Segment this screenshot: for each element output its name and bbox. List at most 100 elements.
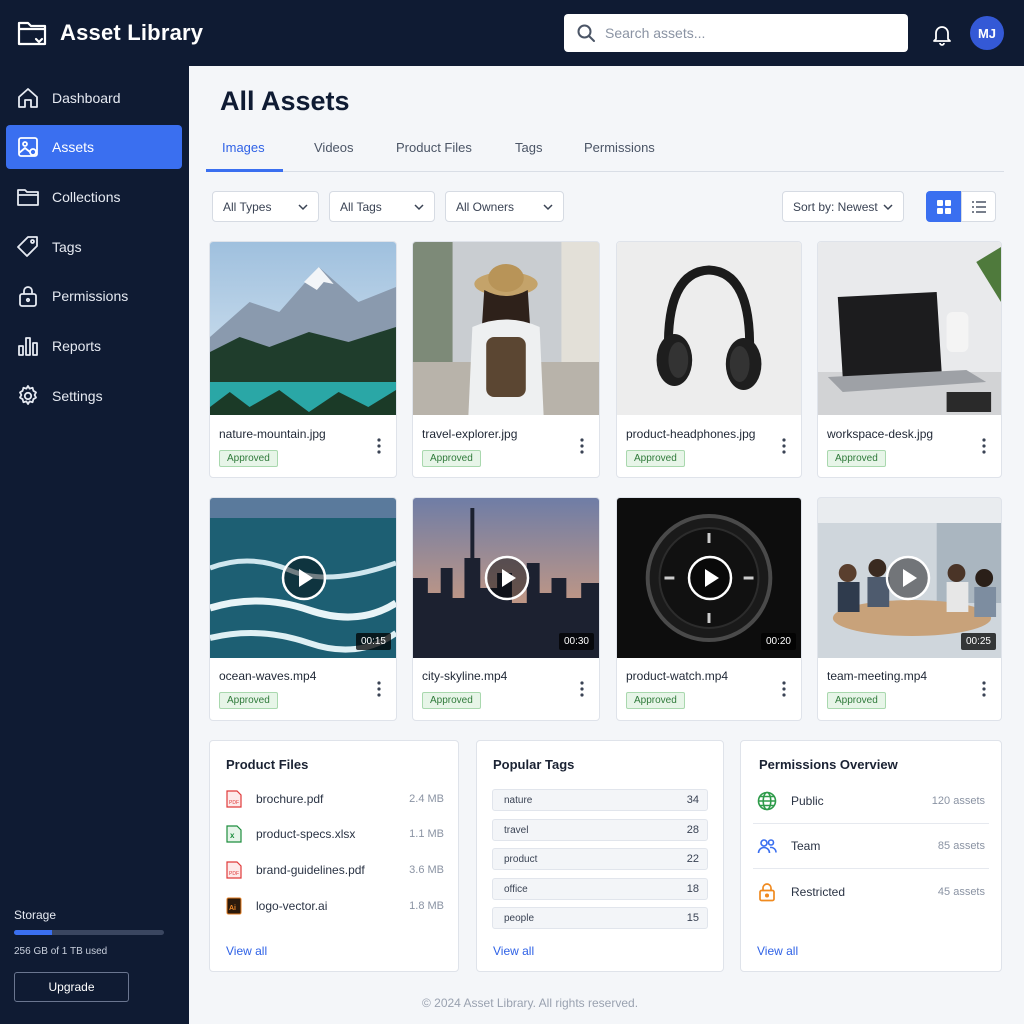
divider — [753, 868, 989, 869]
more-options-icon[interactable] — [981, 681, 987, 697]
tag-row[interactable]: office 18 — [492, 878, 708, 900]
permission-row-restricted[interactable]: Restricted 45 assets — [757, 881, 985, 903]
more-options-icon[interactable] — [579, 681, 585, 697]
search-box[interactable] — [564, 14, 908, 52]
tab-images[interactable]: Images — [222, 140, 265, 155]
sidebar-item-collections[interactable]: Collections — [6, 175, 182, 219]
tab-tags[interactable]: Tags — [515, 140, 542, 155]
tag-count: 15 — [686, 912, 699, 924]
sidebar-item-reports[interactable]: Reports — [6, 324, 182, 368]
tag-row[interactable]: people 15 — [492, 907, 708, 929]
tag-name: travel — [504, 824, 529, 836]
asset-card[interactable]: nature-mountain.jpg Approved — [209, 241, 397, 478]
play-icon[interactable] — [885, 555, 931, 601]
list-icon — [971, 200, 986, 213]
play-icon[interactable] — [484, 555, 530, 601]
sidebar-item-assets[interactable]: Assets — [6, 125, 182, 169]
tag-name: office — [504, 883, 528, 895]
tab-videos[interactable]: Videos — [314, 140, 354, 155]
asset-thumbnail — [413, 242, 599, 415]
status-badge: Approved — [219, 450, 278, 467]
gear-icon — [19, 385, 37, 405]
asset-card[interactable]: 00:30 city-skyline.mp4 Approved — [412, 497, 600, 721]
filter-type-select[interactable]: All Types — [212, 191, 319, 222]
asset-card[interactable]: product-headphones.jpg Approved — [616, 241, 802, 478]
sort-select[interactable]: Sort by: Newest — [782, 191, 904, 222]
sidebar-item-label: Reports — [52, 338, 102, 354]
sidebar-item-tags[interactable]: Tags — [6, 225, 182, 269]
tag-name: product — [504, 853, 538, 865]
tag-row[interactable]: travel 28 — [492, 819, 708, 841]
sidebar: Dashboard Assets Collections Tags Permis… — [0, 66, 189, 1024]
asset-card[interactable]: 00:15 ocean-waves.mp4 Approved — [209, 497, 397, 721]
tag-row[interactable]: product 22 — [492, 848, 708, 870]
asset-name: product-headphones.jpg — [626, 427, 756, 441]
asset-card[interactable]: travel-explorer.jpg Approved — [412, 241, 600, 478]
sidebar-item-settings[interactable]: Settings — [6, 374, 182, 418]
pdf-file-icon: PDF — [226, 861, 242, 879]
view-all-permissions-link[interactable]: View all — [757, 944, 798, 958]
storage-widget: Storage 256 GB of 1 TB used — [14, 908, 174, 957]
asset-name: nature-mountain.jpg — [219, 427, 326, 441]
status-badge: Approved — [219, 692, 278, 709]
bell-icon[interactable] — [930, 22, 954, 46]
product-files-panel: Product Files PDF brochure.pdf 2.4 MB x … — [209, 740, 459, 972]
brand[interactable]: Asset Library — [16, 17, 203, 49]
filter-label: All Tags — [340, 199, 382, 214]
filter-label: All Types — [223, 199, 272, 214]
asset-card[interactable]: workspace-desk.jpg Approved — [817, 241, 1002, 478]
view-all-files-link[interactable]: View all — [226, 944, 267, 958]
file-row[interactable]: PDF brochure.pdf 2.4 MB — [226, 789, 444, 809]
lock-icon — [759, 883, 775, 902]
search-icon — [577, 24, 595, 42]
permission-name: Team — [791, 839, 821, 853]
file-row[interactable]: Ai logo-vector.ai 1.8 MB — [226, 896, 444, 916]
tag-count: 18 — [686, 883, 699, 895]
permission-row-team[interactable]: Team 85 assets — [757, 835, 985, 857]
tag-icon — [17, 236, 38, 257]
play-icon[interactable] — [687, 555, 733, 601]
grid-view-button[interactable] — [926, 191, 961, 222]
users-icon — [757, 839, 777, 854]
panel-title: Permissions Overview — [759, 757, 898, 772]
tag-name: nature — [504, 794, 533, 806]
file-row[interactable]: x product-specs.xlsx 1.1 MB — [226, 824, 444, 844]
permission-row-public[interactable]: Public 120 assets — [757, 790, 985, 812]
file-name: brand-guidelines.pdf — [256, 863, 365, 877]
search-input[interactable] — [605, 25, 885, 41]
tag-row[interactable]: nature 34 — [492, 789, 708, 811]
more-options-icon[interactable] — [781, 681, 787, 697]
more-options-icon[interactable] — [376, 438, 382, 454]
list-view-button[interactable] — [961, 191, 996, 222]
page-title: All Assets — [220, 86, 350, 116]
sidebar-item-dashboard[interactable]: Dashboard — [6, 76, 182, 120]
more-options-icon[interactable] — [376, 681, 382, 697]
more-options-icon[interactable] — [781, 438, 787, 454]
video-duration: 00:25 — [960, 633, 996, 650]
more-options-icon[interactable] — [981, 438, 987, 454]
video-duration: 00:20 — [760, 633, 796, 650]
filter-owners-select[interactable]: All Owners — [445, 191, 564, 222]
sidebar-item-permissions[interactable]: Permissions — [6, 274, 182, 318]
file-size: 1.8 MB — [409, 900, 444, 912]
grid-icon — [936, 199, 951, 214]
file-row[interactable]: PDF brand-guidelines.pdf 3.6 MB — [226, 860, 444, 880]
tab-product-files[interactable]: Product Files — [396, 140, 472, 155]
tab-bar: Images Videos Product Files Tags Permiss… — [206, 130, 1004, 172]
svg-text:Ai: Ai — [229, 905, 236, 912]
more-options-icon[interactable] — [579, 438, 585, 454]
file-name: product-specs.xlsx — [256, 827, 356, 841]
view-all-tags-link[interactable]: View all — [493, 944, 534, 958]
tab-permissions[interactable]: Permissions — [584, 140, 655, 155]
play-icon[interactable] — [281, 555, 327, 601]
asset-card[interactable]: 00:25 team-meeting.mp4 Approved — [817, 497, 1002, 721]
panel-title: Popular Tags — [493, 757, 575, 772]
status-badge: Approved — [422, 450, 481, 467]
filter-tags-select[interactable]: All Tags — [329, 191, 435, 222]
asset-name: team-meeting.mp4 — [827, 669, 928, 683]
chevron-down-icon — [543, 204, 553, 211]
tag-name: people — [504, 912, 535, 924]
file-size: 2.4 MB — [409, 793, 444, 805]
asset-card[interactable]: 00:20 product-watch.mp4 Approved — [616, 497, 802, 721]
user-avatar[interactable]: MJ — [970, 16, 1004, 50]
